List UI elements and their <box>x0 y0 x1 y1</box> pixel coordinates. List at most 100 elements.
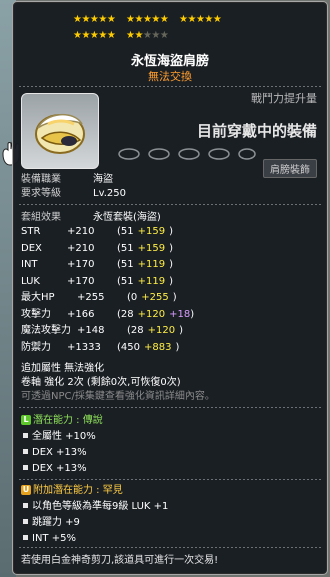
stat-bonus: +119 <box>137 259 166 270</box>
stat-row: LUK +170 (51 +119) <box>21 276 173 288</box>
divider <box>19 204 321 205</box>
combat-power-label: 戰鬥力提升量 <box>251 92 317 105</box>
slot-decoration-icon <box>118 148 256 160</box>
star-group: ★★★★★ <box>73 14 116 25</box>
stat-base: (51 <box>117 275 134 287</box>
requirement-label: 要求等級 <box>21 188 61 199</box>
stat-row: 防禦力 +1333 (450 +883) <box>21 342 179 354</box>
shoulder-armor-icon <box>35 114 85 154</box>
unique-badge-icon: U <box>21 485 31 495</box>
additional-potential-text: 以角色等級為準每9級 LUK +1 <box>32 501 169 512</box>
additional-potential-line: 以角色等級為準每9級 LUK +1 <box>21 501 168 513</box>
stat-total: +255 <box>77 292 105 303</box>
requirement-value: 海盜 <box>93 174 113 185</box>
legendary-badge-icon: L <box>21 415 31 425</box>
stat-total: +148 <box>77 325 105 336</box>
stat-base: (28 <box>117 308 134 320</box>
star-group: ★★ <box>126 30 143 41</box>
stat-bonus: +119 <box>137 275 166 287</box>
stat-row: 最大HP +255 (0 +255) <box>21 292 177 304</box>
set-effect-row: 套組效果 永恆套裝(海盜) <box>21 212 161 224</box>
item-tooltip: ★★★★★ ★★★★★ ★★★★★ ★★★★★ ★★★★★ 永恆海盜肩膀 無法交… <box>12 1 328 575</box>
divider <box>19 86 321 87</box>
requirement-label: 裝備職業 <box>21 174 61 185</box>
stat-row: 攻擊力 +166 (28 +120 +18) <box>21 309 194 321</box>
star-group: ★★★★★ <box>73 30 116 41</box>
stat-close: ) <box>190 308 195 320</box>
potential-header: L 潛在能力 : 傳說 <box>21 415 103 427</box>
potential-line: DEX +13% <box>21 447 87 459</box>
stat-name: 魔法攻擊力 <box>21 325 71 336</box>
stat-close: ) <box>169 242 174 254</box>
star-group: ★★★★★ <box>179 14 222 25</box>
stat-extra: +18 <box>169 308 191 320</box>
potential-line: DEX +13% <box>21 463 87 475</box>
stat-base: (450 <box>117 341 140 353</box>
additional-potential-text: 跳躍力 +9 <box>32 517 80 528</box>
additional-potential-header: U 附加潛在能力 : 罕見 <box>21 485 123 497</box>
stat-bonus: +883 <box>144 341 172 353</box>
slot-type-button[interactable]: 肩膀裝飾 <box>263 159 317 178</box>
stat-total: +170 <box>67 275 95 287</box>
stat-close: ) <box>172 292 177 303</box>
stat-name: DEX <box>21 242 42 254</box>
bullet-icon <box>23 449 28 454</box>
stat-bonus: +159 <box>137 242 166 254</box>
bullet-icon <box>23 535 28 540</box>
stat-row: 魔法攻擊力 +148 (28 +120) <box>21 325 183 337</box>
divider <box>19 407 321 408</box>
stat-total: +170 <box>67 259 95 270</box>
stat-base: (28 <box>127 325 144 336</box>
stat-bonus: +120 <box>137 308 166 320</box>
stat-total: +210 <box>67 242 95 254</box>
stat-name: INT <box>21 259 38 270</box>
current-equipped-label: 目前穿戴中的裝備 <box>196 122 317 140</box>
stat-name: 防禦力 <box>21 341 51 353</box>
potential-text: 全屬性 +10% <box>32 431 96 442</box>
stat-name: LUK <box>21 275 40 287</box>
stat-close: ) <box>175 341 180 353</box>
stat-row: INT +170 (51 +119) <box>21 259 173 271</box>
requirement-row: 要求等級 Lv.250 <box>21 188 126 200</box>
scroll-info-row: 卷軸 強化 2次 (剩餘0次,可恢復0次) <box>21 377 181 388</box>
stat-total: +210 <box>67 226 95 237</box>
additional-potential-line: 跳躍力 +9 <box>21 517 80 529</box>
scissors-trade-note: 若使用白金神奇剪刀,該道具可進行一次交易! <box>21 555 219 566</box>
additional-potential-text: INT +5% <box>32 533 76 544</box>
stat-close: ) <box>179 325 184 336</box>
star-group-empty: ★★★ <box>142 30 169 41</box>
requirement-row: 裝備職業 海盜 <box>21 174 113 186</box>
item-icon-frame <box>21 93 99 169</box>
potential-text: DEX +13% <box>32 447 87 458</box>
stat-base: (51 <box>117 242 134 254</box>
stat-total: +1333 <box>67 341 101 353</box>
stat-row: DEX +210 (51 +159) <box>21 243 173 255</box>
star-group: ★★★★★ <box>126 14 169 25</box>
bullet-icon <box>23 465 28 470</box>
set-effect-label: 套組效果 <box>21 212 61 223</box>
potential-title: 潛在能力 : 傳說 <box>33 415 103 426</box>
added-attribute-row: 追加屬性 無法強化 <box>21 363 105 374</box>
potential-line: 全屬性 +10% <box>21 431 96 443</box>
npc-hint: 可透過NPC/採集鍵查看強化資訊詳細內容。 <box>21 391 215 402</box>
additional-potential-title: 附加潛在能力 : 罕見 <box>33 485 123 496</box>
stat-row: STR +210 (51 +159) <box>21 226 173 238</box>
stat-close: ) <box>169 226 174 237</box>
potential-text: DEX +13% <box>32 463 87 474</box>
bullet-icon <box>23 519 28 524</box>
stat-name: 攻擊力 <box>21 308 51 320</box>
star-force-row-2: ★★★★★ ★★★★★ <box>73 30 169 42</box>
stat-close: ) <box>169 275 174 287</box>
set-effect-value: 永恆套裝(海盜) <box>93 212 161 223</box>
stat-bonus: +120 <box>147 325 176 336</box>
divider <box>19 547 321 548</box>
stat-close: ) <box>169 259 174 270</box>
stat-base: (0 <box>127 292 138 303</box>
stat-bonus: +159 <box>137 226 166 237</box>
stat-total: +166 <box>67 308 95 320</box>
additional-potential-line: INT +5% <box>21 533 76 545</box>
stat-bonus: +255 <box>141 292 169 303</box>
divider <box>19 479 321 480</box>
stat-base: (51 <box>117 259 134 270</box>
star-force-row-1: ★★★★★ ★★★★★ ★★★★★ <box>73 14 229 26</box>
